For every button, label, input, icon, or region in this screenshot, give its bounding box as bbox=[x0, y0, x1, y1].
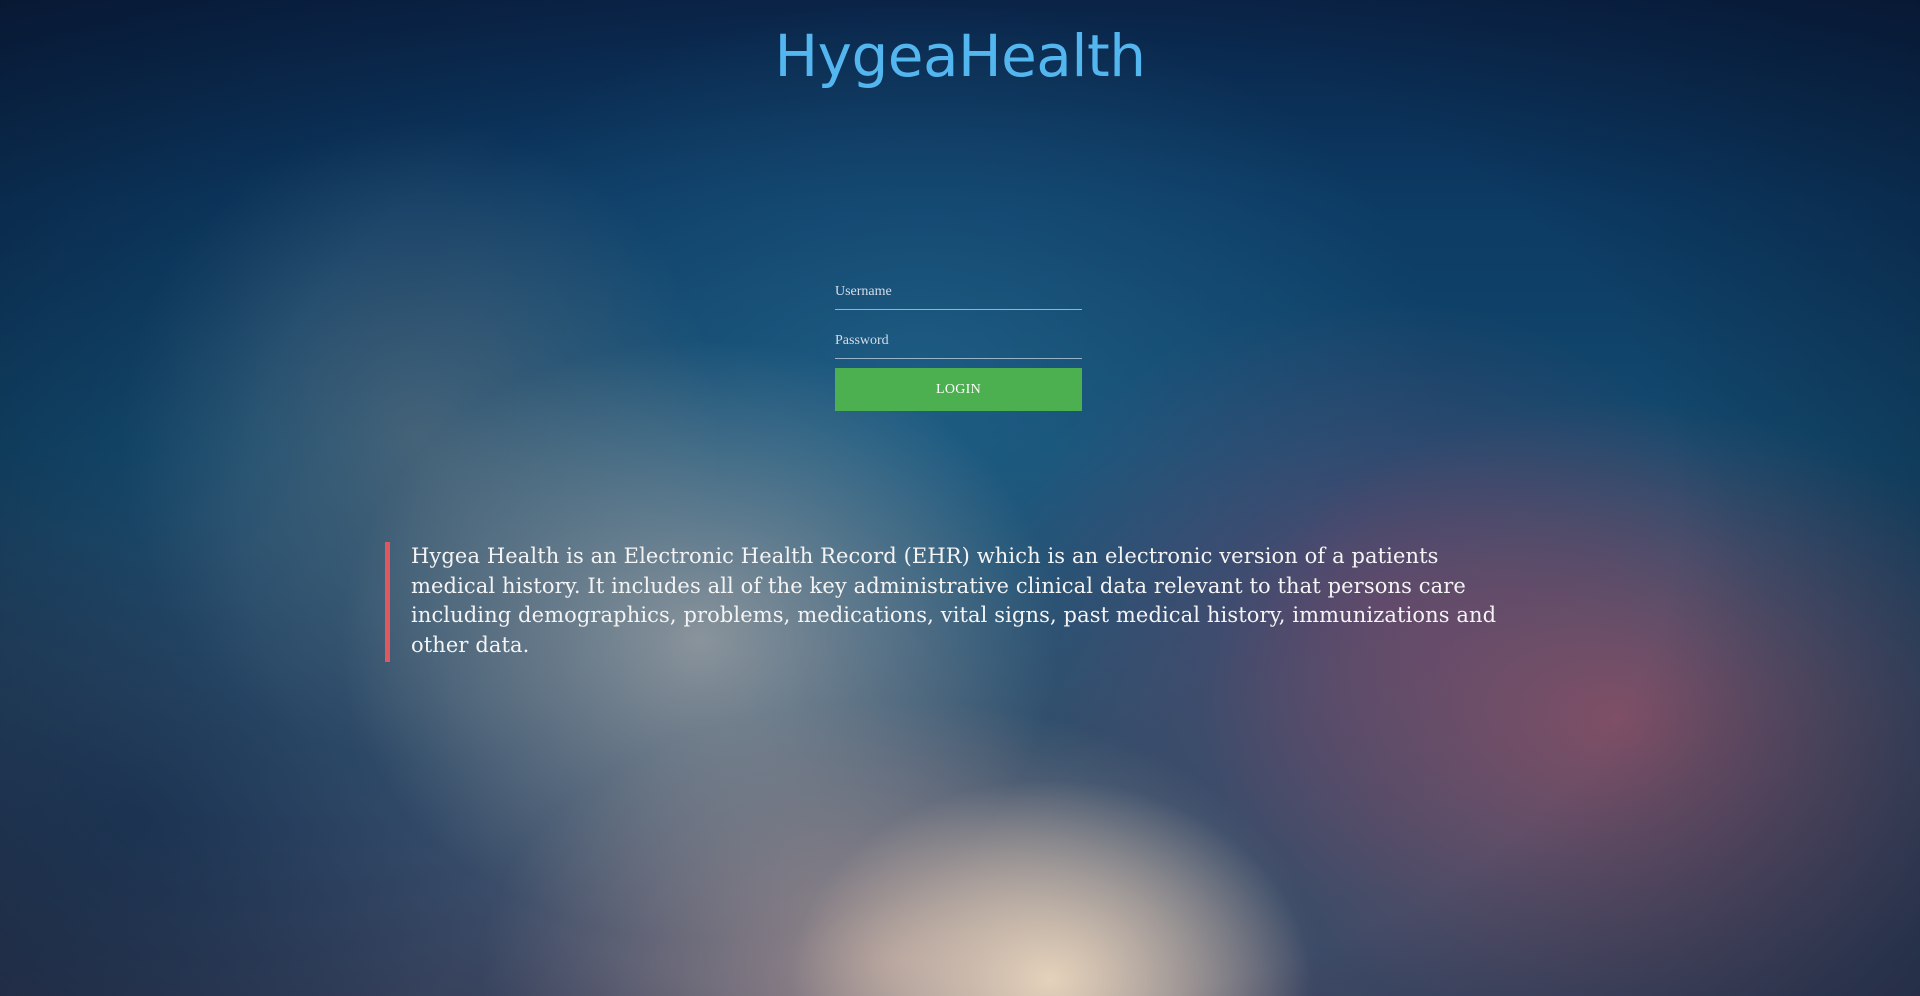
login-button[interactable]: LOGIN bbox=[835, 368, 1082, 411]
username-input[interactable] bbox=[835, 272, 1082, 310]
description-quote: Hygea Health is an Electronic Health Rec… bbox=[385, 542, 1525, 662]
background-vignette bbox=[0, 0, 1920, 996]
brand-title: HygeaHealth bbox=[774, 22, 1146, 90]
login-form: LOGIN bbox=[835, 272, 1082, 411]
password-input[interactable] bbox=[835, 321, 1082, 359]
